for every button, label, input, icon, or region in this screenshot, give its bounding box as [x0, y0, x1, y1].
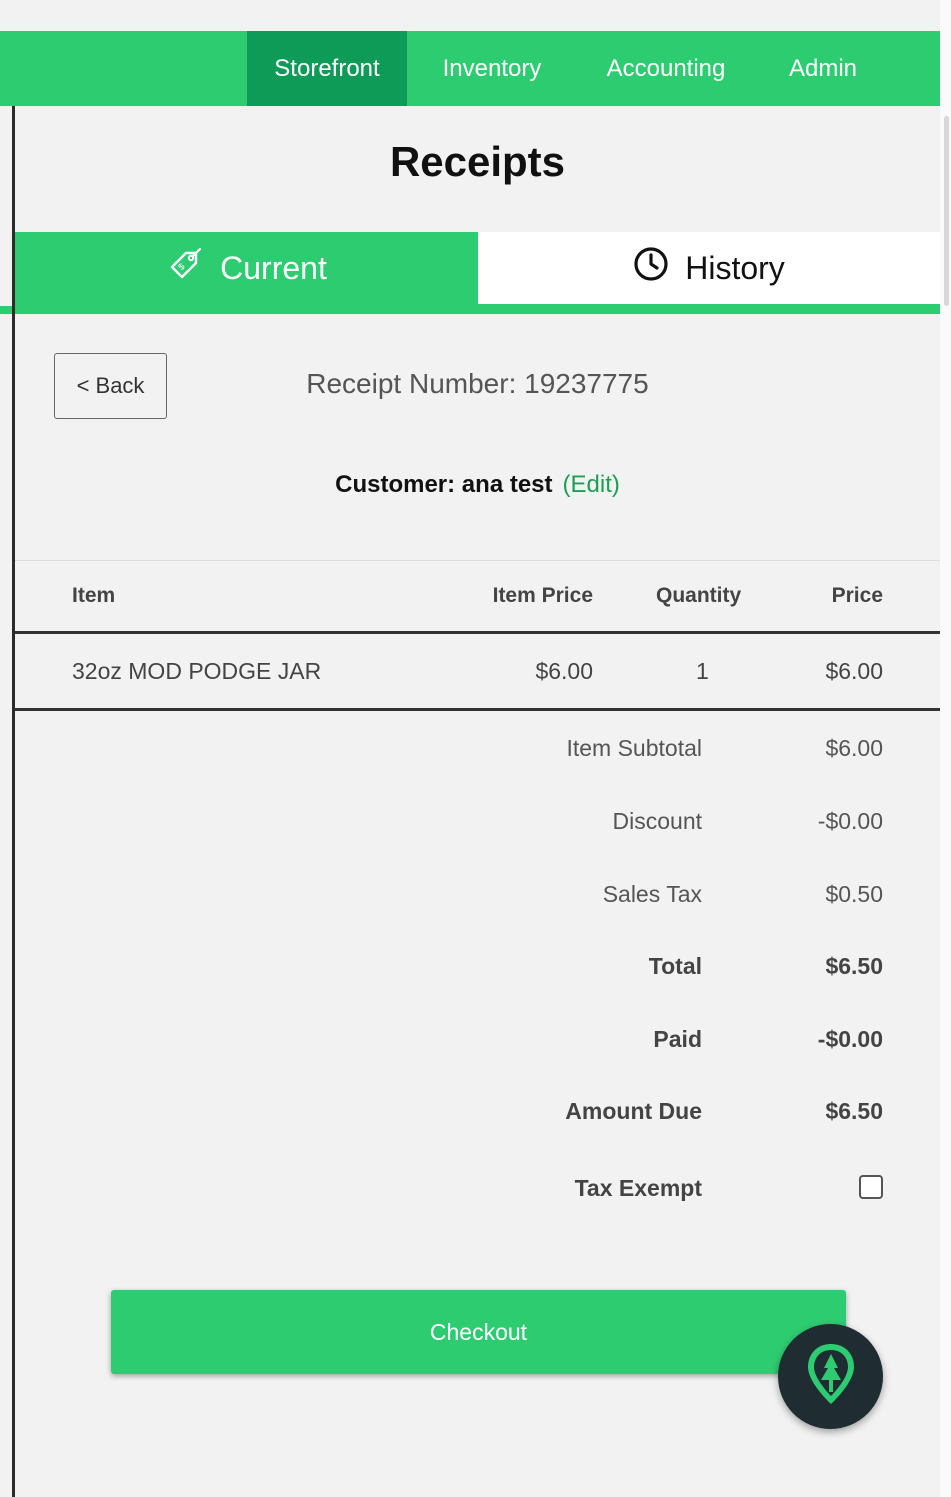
table-header-divider [15, 631, 940, 634]
header-quantity: Quantity [656, 584, 742, 607]
row-price: $6.00 [825, 658, 883, 684]
table-row-divider [15, 708, 940, 711]
edit-customer-link[interactable]: (Edit) [563, 471, 620, 498]
nav-tab-accounting[interactable]: Accounting [585, 31, 747, 106]
amount-due-value: $6.50 [825, 1098, 883, 1124]
sales-tax-value: $0.50 [825, 881, 883, 907]
tab-history[interactable]: History [478, 232, 940, 304]
tab-current[interactable]: $ Current [15, 232, 478, 304]
scrollbar-thumb[interactable] [944, 116, 949, 306]
receipt-number: Receipt Number: 19237775 [306, 368, 649, 399]
tax-exempt-checkbox[interactable] [859, 1175, 883, 1199]
nav-tab-inventory[interactable]: Inventory [417, 31, 567, 106]
amount-due-label: Amount Due [565, 1098, 702, 1124]
paid-value: -$0.00 [817, 1026, 883, 1052]
total-value: $6.50 [825, 953, 883, 979]
tax-exempt-label: Tax Exempt [574, 1175, 702, 1201]
row-item: 32oz MOD PODGE JAR [72, 658, 322, 684]
customer-label: Customer: ana test [335, 471, 553, 498]
row-quantity: 1 [696, 658, 709, 684]
tree-location-icon [805, 1342, 857, 1411]
page-title: Receipts [389, 138, 566, 185]
row-item-price: $6.00 [535, 658, 593, 684]
help-fab[interactable] [778, 1324, 883, 1429]
nav-tab-admin[interactable]: Admin [770, 31, 876, 106]
subtotal-label: Item Subtotal [566, 735, 702, 761]
discount-label: Discount [612, 808, 702, 834]
discount-value: -$0.00 [817, 808, 883, 834]
header-item-price: Item Price [492, 584, 593, 607]
svg-text:$: $ [176, 261, 187, 272]
checkout-button[interactable]: Checkout [111, 1290, 846, 1374]
tab-underline-stub [0, 306, 12, 314]
receipt-tabs: $ Current History [15, 232, 940, 314]
customer-line: Customer: ana test (Edit) [15, 471, 940, 499]
clock-icon [633, 246, 669, 290]
nav-tab-storefront[interactable]: Storefront [247, 31, 407, 106]
paid-label: Paid [653, 1026, 702, 1052]
tab-history-label: History [685, 249, 785, 286]
subtotal-value: $6.00 [825, 735, 883, 761]
left-border [12, 106, 15, 1497]
sales-tax-label: Sales Tax [602, 881, 702, 907]
total-label: Total [648, 953, 702, 979]
price-tag-icon: $ [166, 245, 204, 291]
tab-current-label: Current [220, 249, 327, 286]
header-price: Price [831, 584, 883, 607]
top-nav: Storefront Inventory Accounting Admin [0, 31, 940, 106]
header-item: Item [72, 584, 116, 607]
divider [15, 560, 940, 561]
